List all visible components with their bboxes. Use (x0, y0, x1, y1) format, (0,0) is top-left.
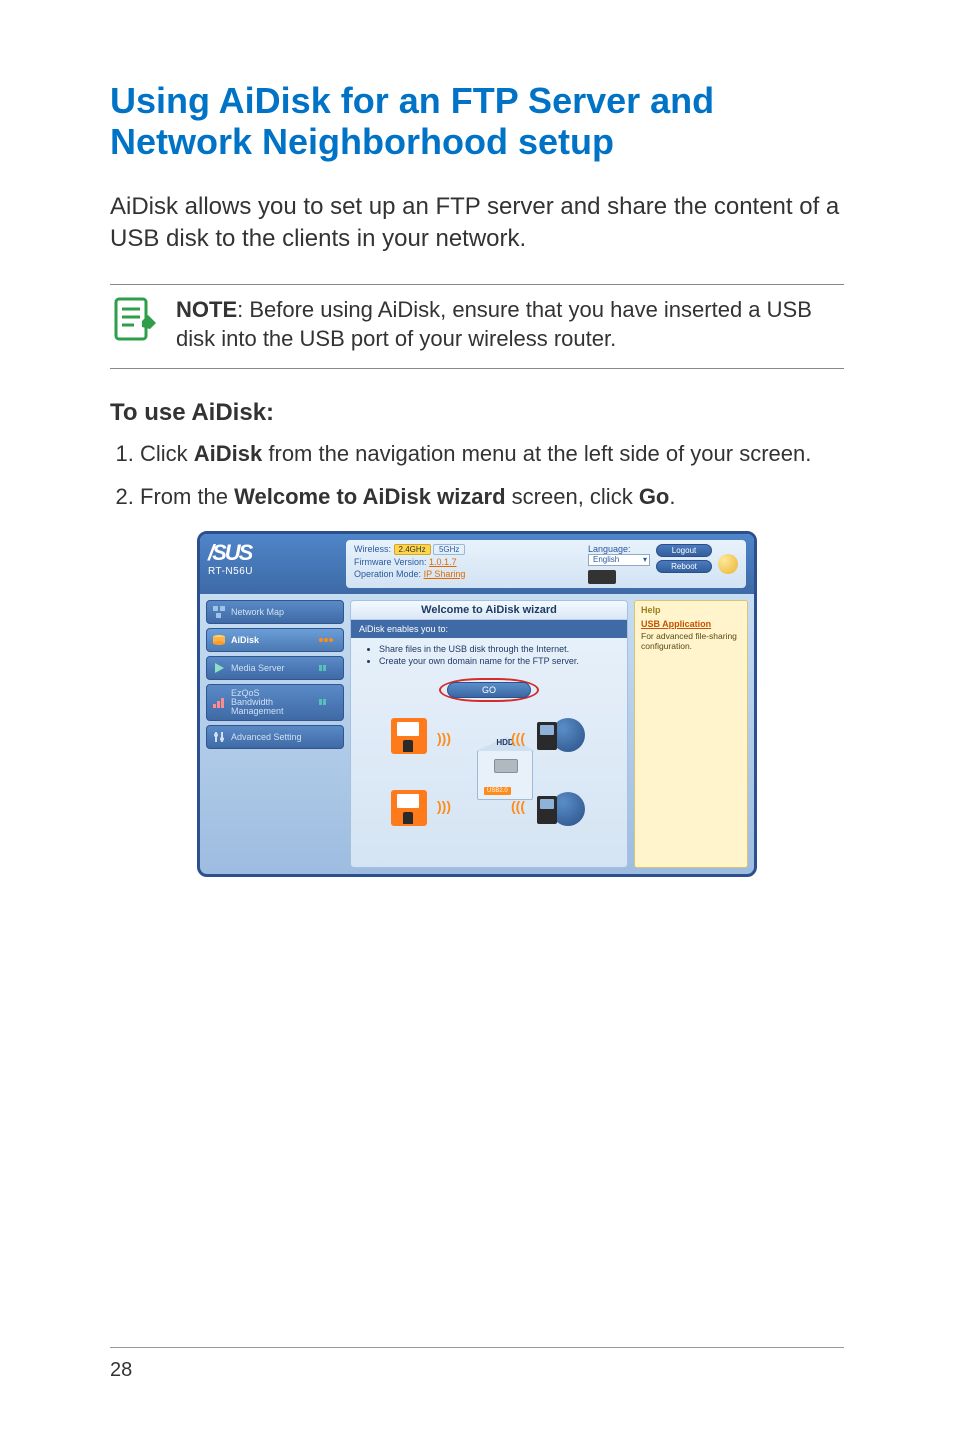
workstation-icon (391, 718, 427, 754)
sidebar-item-media-server[interactable]: Media Server (206, 656, 344, 680)
sidebar-item-label: AiDisk (231, 635, 259, 645)
procedure-steps: Click AiDisk from the navigation menu at… (110, 439, 844, 513)
note-label: NOTE (176, 297, 237, 322)
page-title: Using AiDisk for an FTP Server and Netwo… (110, 80, 844, 163)
sidebar-item-label: Network Map (231, 607, 284, 617)
language-label: Language: (588, 544, 650, 554)
sidebar-item-label: Advanced Setting (231, 732, 302, 742)
hdd-icon (494, 759, 518, 773)
step-2: From the Welcome to AiDisk wizard screen… (140, 482, 844, 513)
sidebar-item-aidisk[interactable]: AiDisk (206, 628, 344, 652)
signal-waves-icon: ((( (511, 730, 525, 746)
status-bars-icon (319, 698, 339, 706)
router-house-icon: HDD USB2.0 (477, 750, 533, 800)
header-info-bar: Wireless: 2.4GHz 5GHz Firmware Version: … (346, 540, 746, 588)
note-text: NOTE: Before using AiDisk, ensure that y… (176, 295, 844, 354)
band-24ghz-button[interactable]: 2.4GHz (394, 544, 431, 555)
signal-waves-icon: ))) (437, 798, 451, 814)
band-5ghz-button[interactable]: 5GHz (433, 544, 465, 555)
help-sidebar: Help USB Application For advanced file-s… (634, 600, 748, 868)
sidebar-nav: Network Map AiDisk Media Server (206, 600, 344, 868)
workstation-icon (391, 790, 427, 826)
aidisk-diagram: ))) ))) HDD USB2.0 ((( ((( (363, 712, 615, 832)
brand-logo: /SUS RT-N56U (208, 540, 346, 577)
wizard-bullet-list: Share files in the USB disk through the … (363, 644, 615, 666)
note-body: : Before using AiDisk, ensure that you h… (176, 297, 812, 352)
usb-application-link[interactable]: USB Application (641, 619, 711, 629)
wireless-row: Wireless: 2.4GHz 5GHz (354, 544, 465, 555)
sidebar-item-ezqos[interactable]: EzQoS Bandwidth Management (206, 684, 344, 721)
page-number: 28 (110, 1359, 132, 1382)
firmware-row: Firmware Version: 1.0.1.7 (354, 557, 465, 567)
reboot-button[interactable]: Reboot (656, 560, 712, 573)
footer-rule (110, 1347, 844, 1348)
logout-button[interactable]: Logout (656, 544, 712, 557)
opmode-link[interactable]: IP Sharing (424, 569, 466, 579)
signal-waves-icon: ))) (437, 730, 451, 746)
go-button[interactable]: GO (447, 682, 531, 698)
help-text: For advanced file-sharing configuration. (641, 631, 741, 651)
wizard-title: Welcome to AiDisk wizard (351, 601, 627, 620)
go-highlight-ring: GO (439, 678, 539, 702)
note-icon (110, 295, 158, 348)
firmware-version-link[interactable]: 1.0.1.7 (429, 557, 457, 567)
wizard-subtitle: AiDisk enables you to: (351, 620, 627, 638)
brand-text: /SUS (208, 540, 346, 566)
mobile-device-icon (537, 714, 585, 756)
usb-badge: USB2.0 (484, 787, 511, 795)
procedure-heading: To use AiDisk: (110, 399, 844, 427)
wizard-bullet: Share files in the USB disk through the … (379, 644, 615, 654)
wizard-panel: Welcome to AiDisk wizard AiDisk enables … (350, 600, 628, 868)
step-1: Click AiDisk from the navigation menu at… (140, 439, 844, 470)
language-select[interactable]: English (588, 554, 650, 566)
sidebar-item-label: Media Server (231, 663, 285, 673)
router-header: /SUS RT-N56U Wireless: 2.4GHz 5GHz Firmw… (200, 534, 754, 594)
sidebar-item-advanced[interactable]: Advanced Setting (206, 725, 344, 749)
note-callout: NOTE: Before using AiDisk, ensure that y… (110, 284, 844, 369)
model-text: RT-N56U (208, 566, 346, 577)
intro-paragraph: AiDisk allows you to set up an FTP serve… (110, 191, 844, 256)
help-heading: Help (641, 605, 741, 615)
sidebar-item-label: EzQoS Bandwidth Management (231, 689, 284, 716)
router-icon (588, 570, 616, 584)
sidebar-item-network-map[interactable]: Network Map (206, 600, 344, 624)
media-server-icon (212, 661, 226, 675)
qos-icon (212, 695, 226, 709)
opmode-row: Operation Mode: IP Sharing (354, 569, 465, 579)
status-dots-icon (319, 636, 339, 644)
router-ui-screenshot: /SUS RT-N56U Wireless: 2.4GHz 5GHz Firmw… (197, 531, 757, 877)
globe-icon[interactable] (718, 554, 738, 574)
status-bars-icon (319, 664, 339, 672)
aidisk-icon (212, 633, 226, 647)
advanced-icon (212, 730, 226, 744)
mobile-device-icon (537, 788, 585, 830)
wizard-bullet: Create your own domain name for the FTP … (379, 656, 615, 666)
signal-waves-icon: ((( (511, 798, 525, 814)
network-map-icon (212, 605, 226, 619)
